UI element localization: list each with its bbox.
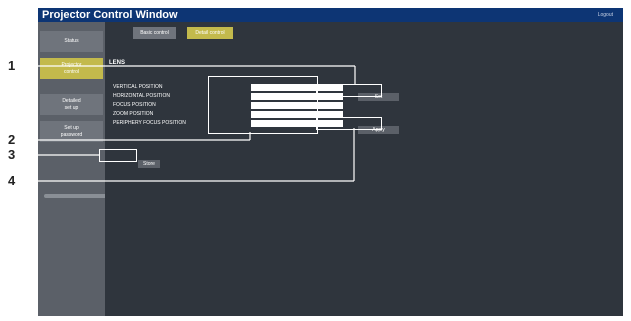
callout-number-1: 1 (8, 58, 16, 73)
callout-lines (20, 65, 356, 182)
callout-number-3: 3 (8, 147, 16, 162)
callout-number-2: 2 (8, 132, 16, 147)
callout-number-4: 4 (8, 173, 16, 188)
